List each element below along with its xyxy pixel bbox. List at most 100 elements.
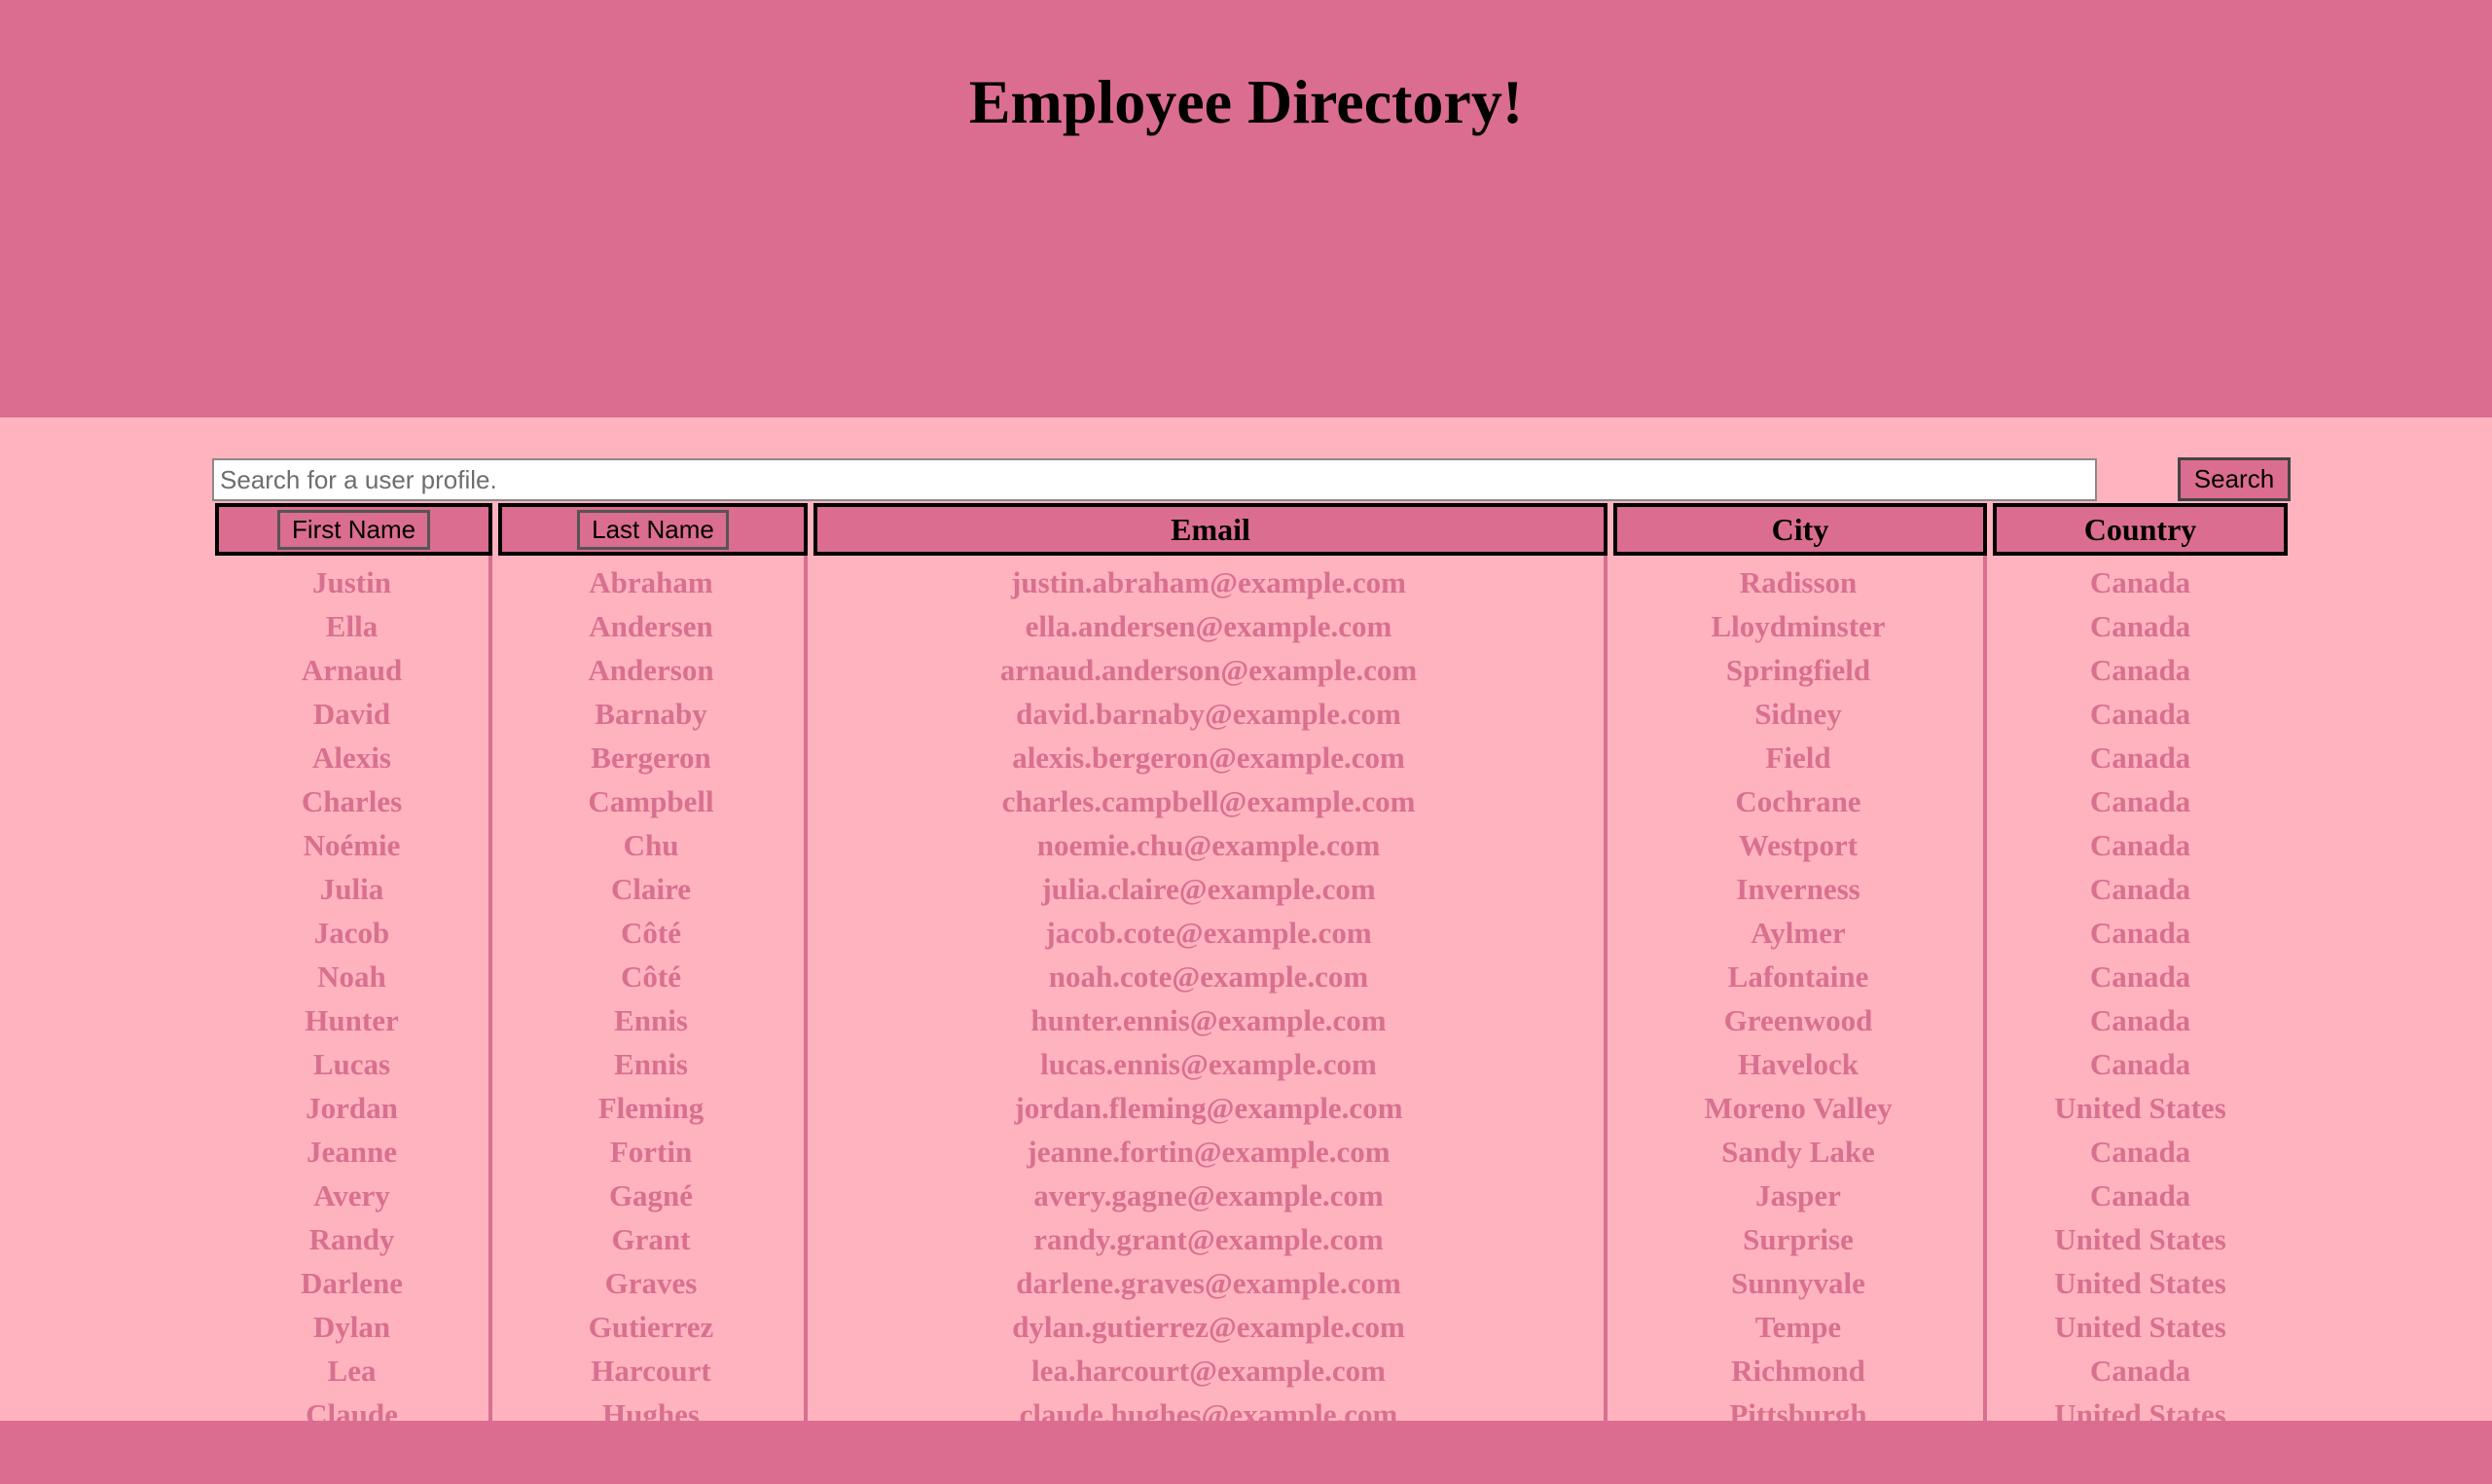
email-cell: ella.andersen@example.com bbox=[813, 604, 1607, 648]
city-cell: Tempe bbox=[1613, 1305, 1987, 1349]
column-header-country: Country bbox=[1993, 503, 2288, 556]
city-cell: Springfield bbox=[1613, 648, 1987, 692]
first-name-cell: Darlene bbox=[215, 1261, 492, 1305]
city-cell: Field bbox=[1613, 736, 1987, 779]
first-name-cell: Noémie bbox=[215, 823, 492, 867]
first-name-cell: Lea bbox=[215, 1349, 492, 1393]
country-cell: United States bbox=[2054, 1396, 2226, 1422]
table-row: Jordan Fleming jordan.fleming@example.com M… bbox=[215, 1086, 2288, 1130]
table-row: Jeanne Fortin jeanne.fortin@example.com San… bbox=[215, 1130, 2288, 1174]
last-name-cell: Chu bbox=[498, 823, 808, 867]
last-name-cell: Harcourt bbox=[498, 1349, 808, 1393]
first-name-cell: Ella bbox=[215, 604, 492, 648]
first-name-cell: Randy bbox=[215, 1217, 492, 1261]
country-cell: Canada bbox=[2089, 1177, 2191, 1213]
last-name-cell: Ennis bbox=[498, 1042, 808, 1086]
first-name-cell: Dylan bbox=[215, 1305, 492, 1349]
email-cell: julia.claire@example.com bbox=[813, 867, 1607, 911]
table-row: Hunter Ennis hunter.ennis@example.com Green… bbox=[215, 998, 2288, 1042]
table-row: Alexis Bergeron alexis.bergeron@example.co… bbox=[215, 736, 2288, 779]
email-cell: jeanne.fortin@example.com bbox=[813, 1130, 1607, 1174]
city-cell: Jasper bbox=[1613, 1174, 1987, 1217]
city-cell: Sunnyvale bbox=[1613, 1261, 1987, 1305]
table-row: Darlene Graves darlene.graves@example.com S… bbox=[215, 1261, 2288, 1305]
email-cell: lea.harcourt@example.com bbox=[813, 1349, 1607, 1393]
table-row: Randy Grant randy.grant@example.com Surpris… bbox=[215, 1217, 2288, 1261]
country-cell: Canada bbox=[2089, 915, 2191, 950]
email-cell: arnaud.anderson@example.com bbox=[813, 648, 1607, 692]
first-name-cell: Lucas bbox=[215, 1042, 492, 1086]
country-cell: Canada bbox=[2089, 871, 2191, 906]
city-cell: Havelock bbox=[1613, 1042, 1987, 1086]
last-name-cell: Hughes bbox=[498, 1393, 808, 1421]
email-cell: noemie.chu@example.com bbox=[813, 823, 1607, 867]
search-button[interactable]: Search bbox=[2178, 457, 2291, 501]
last-name-cell: Côté bbox=[498, 955, 808, 998]
email-cell: charles.campbell@example.com bbox=[813, 779, 1607, 823]
country-cell: United States bbox=[2054, 1221, 2226, 1256]
search-input[interactable] bbox=[212, 458, 2097, 501]
table-row: Avery Gagné avery.gagne@example.com Jasper C… bbox=[215, 1174, 2288, 1217]
table-row: Claude Hughes claude.hughes@example.com Pit… bbox=[215, 1393, 2288, 1421]
page-footer bbox=[0, 1421, 2492, 1484]
email-cell: jacob.cote@example.com bbox=[813, 911, 1607, 955]
city-cell: Surprise bbox=[1613, 1217, 1987, 1261]
first-name-cell: Arnaud bbox=[215, 648, 492, 692]
last-name-cell: Anderson bbox=[498, 648, 808, 692]
table-row: Ella Andersen ella.andersen@example.com Llo… bbox=[215, 604, 2288, 648]
email-cell: hunter.ennis@example.com bbox=[813, 998, 1607, 1042]
email-cell: justin.abraham@example.com bbox=[813, 556, 1607, 604]
sort-first-name-button[interactable]: First Name bbox=[276, 509, 431, 550]
country-cell: United States bbox=[2054, 1265, 2226, 1300]
last-name-cell: Bergeron bbox=[498, 736, 808, 779]
country-cell: Canada bbox=[2089, 1353, 2191, 1388]
employee-table-container[interactable]: First Name Last Name Email City Country … bbox=[215, 503, 2288, 1421]
city-cell: Sidney bbox=[1613, 692, 1987, 736]
city-cell: Moreno Valley bbox=[1613, 1086, 1987, 1130]
column-header-last-name: Last Name bbox=[498, 503, 808, 556]
first-name-cell: Hunter bbox=[215, 998, 492, 1042]
email-cell: darlene.graves@example.com bbox=[813, 1261, 1607, 1305]
city-cell: Lafontaine bbox=[1613, 955, 1987, 998]
country-cell: Canada bbox=[2089, 608, 2191, 643]
table-row: Arnaud Anderson arnaud.anderson@example.co… bbox=[215, 648, 2288, 692]
table-row: Charles Campbell charles.campbell@example.… bbox=[215, 779, 2288, 823]
city-cell: Cochrane bbox=[1613, 779, 1987, 823]
table-row: Noah Côté noah.cote@example.com Lafontaine C… bbox=[215, 955, 2288, 998]
column-header-first-name: First Name bbox=[215, 503, 492, 556]
country-cell: Canada bbox=[2089, 1002, 2191, 1037]
last-name-cell: Fortin bbox=[498, 1130, 808, 1174]
first-name-cell: Jeanne bbox=[215, 1130, 492, 1174]
first-name-cell: Avery bbox=[215, 1174, 492, 1217]
country-cell: Canada bbox=[2089, 740, 2191, 775]
column-header-city: City bbox=[1613, 503, 1987, 556]
country-cell: Canada bbox=[2089, 783, 2191, 818]
country-cell: Canada bbox=[2089, 564, 2191, 599]
last-name-cell: Graves bbox=[498, 1261, 808, 1305]
table-header-row: First Name Last Name Email City Country bbox=[215, 503, 2288, 556]
city-cell: Sandy Lake bbox=[1613, 1130, 1987, 1174]
email-cell: dylan.gutierrez@example.com bbox=[813, 1305, 1607, 1349]
sort-last-name-button[interactable]: Last Name bbox=[577, 509, 729, 550]
first-name-cell: Julia bbox=[215, 867, 492, 911]
city-cell: Radisson bbox=[1613, 556, 1987, 604]
email-cell: david.barnaby@example.com bbox=[813, 692, 1607, 736]
last-name-cell: Ennis bbox=[498, 998, 808, 1042]
last-name-cell: Côté bbox=[498, 911, 808, 955]
last-name-cell: Claire bbox=[498, 867, 808, 911]
table-row: Lea Harcourt lea.harcourt@example.com Richm… bbox=[215, 1349, 2288, 1393]
page-header: Employee Directory! bbox=[0, 0, 2492, 417]
table-row: Dylan Gutierrez dylan.gutierrez@example.co… bbox=[215, 1305, 2288, 1349]
city-cell: Greenwood bbox=[1613, 998, 1987, 1042]
city-cell: Aylmer bbox=[1613, 911, 1987, 955]
employee-table: First Name Last Name Email City Country … bbox=[215, 503, 2288, 1421]
first-name-cell: Noah bbox=[215, 955, 492, 998]
city-cell: Pittsburgh bbox=[1613, 1393, 1987, 1421]
last-name-cell: Grant bbox=[498, 1217, 808, 1261]
email-cell: claude.hughes@example.com bbox=[813, 1393, 1607, 1421]
first-name-cell: Jacob bbox=[215, 911, 492, 955]
last-name-cell: Gagné bbox=[498, 1174, 808, 1217]
country-cell: Canada bbox=[2089, 696, 2191, 731]
table-row: Noémie Chu noemie.chu@example.com Westport C… bbox=[215, 823, 2288, 867]
column-header-email: Email bbox=[813, 503, 1607, 556]
